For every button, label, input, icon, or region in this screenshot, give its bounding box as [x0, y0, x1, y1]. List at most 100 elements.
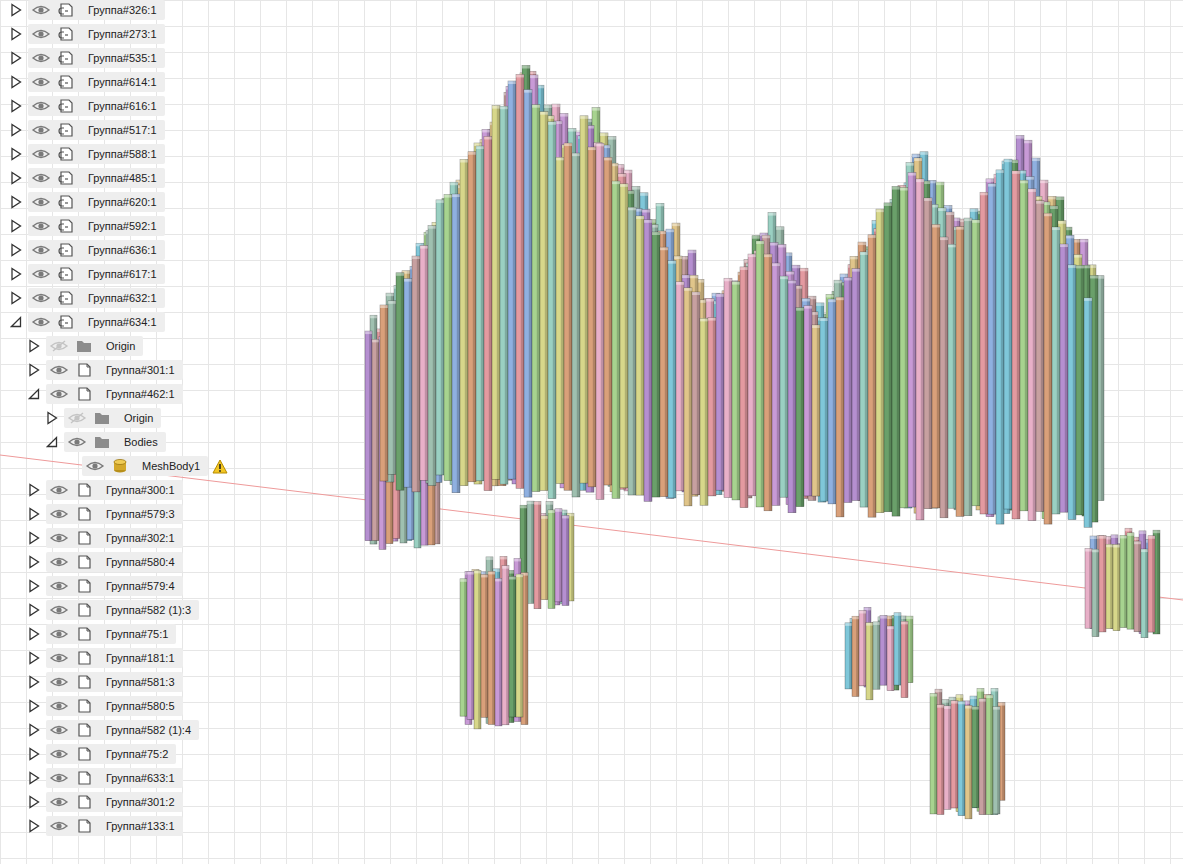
tree-row[interactable]: Группа#582 (1):4 [0, 718, 228, 742]
expand-toggle[interactable] [10, 267, 22, 281]
tree-item-label[interactable]: MeshBody1 [142, 460, 200, 472]
tree-row[interactable]: Группа#588:1 [0, 142, 228, 166]
tree-item[interactable]: Группа#75:1 [46, 624, 176, 644]
tree-item[interactable]: Группа#301:1 [46, 360, 183, 380]
tree-row[interactable]: Группа#301:2 [0, 790, 228, 814]
tree-row[interactable]: Группа#301:1 [0, 358, 228, 382]
tree-item-label[interactable]: Группа#133:1 [106, 820, 175, 832]
tree-row[interactable]: Группа#517:1 [0, 118, 228, 142]
tree-item-label[interactable]: Группа#581:3 [106, 676, 175, 688]
tree-item[interactable]: Группа#485:1 [28, 168, 165, 188]
collapsed-triangle-icon[interactable] [10, 99, 22, 113]
tree-item[interactable]: Группа#580:5 [46, 696, 183, 716]
tree-row[interactable]: Группа#75:2 [0, 742, 228, 766]
collapsed-triangle-icon[interactable] [28, 771, 40, 785]
tree-item[interactable]: Группа#517:1 [28, 120, 165, 140]
tree-item[interactable]: Группа#301:2 [46, 792, 183, 812]
tree-row[interactable]: Группа#133:1 [0, 814, 228, 838]
tree-row[interactable]: Группа#634:1 [0, 310, 228, 334]
tree-item-label[interactable]: Группа#634:1 [88, 316, 157, 328]
tree-row[interactable]: Группа#273:1 [0, 22, 228, 46]
expand-toggle[interactable] [28, 675, 40, 689]
expand-toggle[interactable] [46, 411, 58, 425]
collapsed-triangle-icon[interactable] [28, 507, 40, 521]
tree-item[interactable]: Origin [64, 408, 161, 428]
tree-row[interactable]: Группа#300:1 [0, 478, 228, 502]
warning-icon[interactable] [212, 459, 228, 474]
collapsed-triangle-icon[interactable] [10, 291, 22, 305]
tree-item-label[interactable]: Bodies [124, 436, 158, 448]
tree-item[interactable]: MeshBody1 [82, 456, 208, 476]
expand-toggle[interactable] [28, 555, 40, 569]
eye-icon[interactable] [50, 532, 68, 544]
expand-toggle[interactable] [28, 579, 40, 593]
expand-toggle[interactable] [28, 483, 40, 497]
collapsed-triangle-icon[interactable] [28, 579, 40, 593]
tree-item-label[interactable]: Группа#75:1 [106, 628, 168, 640]
tree-item-label[interactable]: Группа#588:1 [88, 148, 157, 160]
eye-icon[interactable] [32, 196, 50, 208]
eye-icon[interactable] [32, 268, 50, 280]
tree-row[interactable]: Группа#462:1 [0, 382, 228, 406]
eye-icon[interactable] [50, 748, 68, 760]
collapsed-triangle-icon[interactable] [28, 555, 40, 569]
tree-item-label[interactable]: Группа#462:1 [106, 388, 175, 400]
tree-item-label[interactable]: Группа#632:1 [88, 292, 157, 304]
tree-row[interactable]: Группа#633:1 [0, 766, 228, 790]
eye-icon[interactable] [50, 556, 68, 568]
tree-item[interactable]: Группа#582 (1):3 [46, 600, 199, 620]
collapsed-triangle-icon[interactable] [28, 723, 40, 737]
eye-icon[interactable] [50, 796, 68, 808]
eye-icon[interactable] [32, 220, 50, 232]
tree-item[interactable]: Группа#616:1 [28, 96, 165, 116]
tree-row[interactable]: Группа#535:1 [0, 46, 228, 70]
tree-item-label[interactable]: Группа#616:1 [88, 100, 157, 112]
collapsed-triangle-icon[interactable] [10, 27, 22, 41]
expand-toggle[interactable] [10, 219, 22, 233]
tree-item[interactable]: Группа#581:3 [46, 672, 183, 692]
tree-row[interactable]: Группа#620:1 [0, 190, 228, 214]
tree-item[interactable]: Группа#617:1 [28, 264, 165, 284]
tree-item-label[interactable]: Группа#580:5 [106, 700, 175, 712]
collapsed-triangle-icon[interactable] [10, 243, 22, 257]
tree-row[interactable]: Группа#580:5 [0, 694, 228, 718]
eye-icon[interactable] [32, 292, 50, 304]
tree-row[interactable]: Группа#614:1 [0, 70, 228, 94]
eye-icon[interactable] [50, 604, 68, 616]
tree-item-label[interactable]: Группа#75:2 [106, 748, 168, 760]
expand-toggle[interactable] [10, 27, 22, 41]
tree-item-label[interactable]: Группа#579:4 [106, 580, 175, 592]
eye-icon[interactable] [32, 316, 50, 328]
collapsed-triangle-icon[interactable] [10, 219, 22, 233]
eye-icon[interactable] [32, 76, 50, 88]
tree-item[interactable]: Группа#535:1 [28, 48, 165, 68]
eye-icon[interactable] [86, 460, 104, 472]
tree-item-label[interactable]: Группа#273:1 [88, 28, 157, 40]
expand-toggle[interactable] [28, 387, 40, 401]
collapsed-triangle-icon[interactable] [46, 411, 58, 425]
tree-item-label[interactable]: Группа#485:1 [88, 172, 157, 184]
tree-item[interactable]: Группа#300:1 [46, 480, 183, 500]
tree-item[interactable]: Группа#273:1 [28, 24, 165, 44]
tree-item-label[interactable]: Группа#582 (1):3 [106, 604, 191, 616]
tree-item[interactable]: Origin [46, 336, 143, 356]
expand-toggle[interactable] [10, 3, 22, 17]
tree-item[interactable]: Группа#620:1 [28, 192, 165, 212]
eye-icon[interactable] [50, 652, 68, 664]
tree-item-label[interactable]: Группа#580:4 [106, 556, 175, 568]
expand-toggle[interactable] [10, 315, 22, 329]
expanded-triangle-icon[interactable] [28, 387, 40, 401]
expand-toggle[interactable] [10, 147, 22, 161]
expand-toggle[interactable] [10, 123, 22, 137]
tree-row[interactable]: Группа#485:1 [0, 166, 228, 190]
expand-toggle[interactable] [10, 75, 22, 89]
collapsed-triangle-icon[interactable] [28, 651, 40, 665]
eye-icon[interactable] [32, 244, 50, 256]
tree-row[interactable]: Группа#617:1 [0, 262, 228, 286]
tree-item-label[interactable]: Группа#302:1 [106, 532, 175, 544]
expand-toggle[interactable] [10, 171, 22, 185]
tree-row[interactable]: Bodies [0, 430, 228, 454]
collapsed-triangle-icon[interactable] [28, 795, 40, 809]
eye-icon[interactable] [50, 628, 68, 640]
expand-toggle[interactable] [28, 507, 40, 521]
